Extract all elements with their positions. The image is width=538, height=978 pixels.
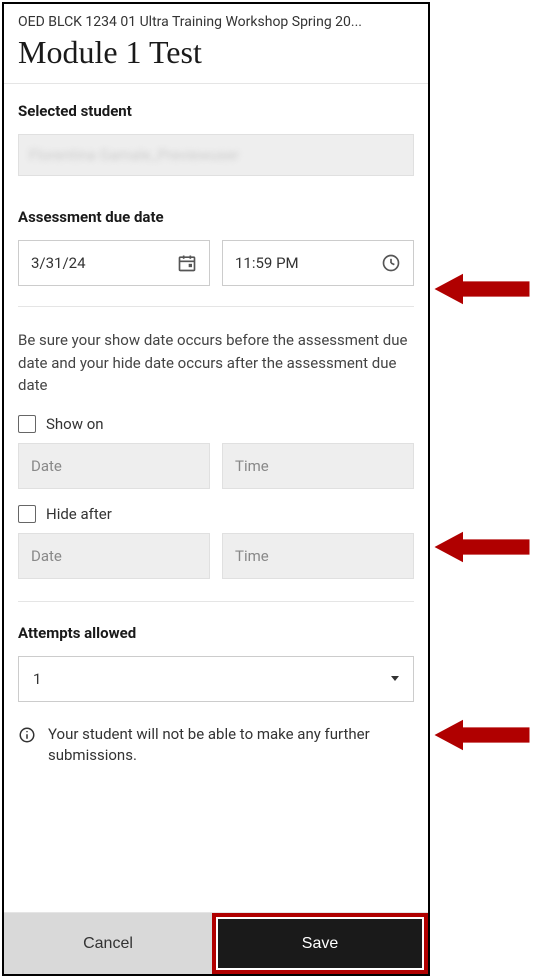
panel-body: Selected student Florentina Gamale_Previ… xyxy=(4,84,428,912)
due-time-input[interactable]: 11:59 PM xyxy=(222,240,414,286)
hide-after-inputs: Date Time xyxy=(18,533,414,579)
divider xyxy=(18,601,414,602)
due-date-label: Assessment due date xyxy=(18,208,414,226)
hide-after-label: Hide after xyxy=(46,505,112,523)
show-on-label: Show on xyxy=(46,415,104,433)
breadcrumb: OED BLCK 1234 01 Ultra Training Workshop… xyxy=(18,14,414,30)
show-on-row: Show on xyxy=(18,415,414,433)
show-on-checkbox[interactable] xyxy=(18,415,36,433)
attempts-select[interactable]: 1 xyxy=(18,656,414,702)
attempts-info-row: Your student will not be able to make an… xyxy=(18,724,414,768)
attempts-label: Attempts allowed xyxy=(18,624,414,642)
selected-student-label: Selected student xyxy=(18,102,414,120)
hide-after-row: Hide after xyxy=(18,505,414,523)
panel-header: OED BLCK 1234 01 Ultra Training Workshop… xyxy=(4,4,428,84)
hide-after-checkbox[interactable] xyxy=(18,505,36,523)
show-on-time-placeholder: Time xyxy=(235,457,269,475)
clock-icon xyxy=(381,253,401,273)
attempts-info-text: Your student will not be able to make an… xyxy=(48,724,414,768)
calendar-icon xyxy=(177,253,197,273)
save-button[interactable]: Save xyxy=(218,919,422,968)
hide-after-date-placeholder: Date xyxy=(31,547,62,565)
attempts-value: 1 xyxy=(33,670,41,688)
save-button-highlight: Save xyxy=(212,913,428,974)
hide-after-date-input[interactable]: Date xyxy=(18,533,210,579)
show-on-date-input[interactable]: Date xyxy=(18,443,210,489)
show-on-date-placeholder: Date xyxy=(31,457,62,475)
info-icon xyxy=(18,726,36,744)
visibility-hint: Be sure your show date occurs before the… xyxy=(18,329,414,397)
due-date-input[interactable]: 3/31/24 xyxy=(18,240,210,286)
page-title: Module 1 Test xyxy=(18,34,414,71)
callout-arrow-icon xyxy=(434,716,530,754)
exception-settings-panel: OED BLCK 1234 01 Ultra Training Workshop… xyxy=(2,2,430,976)
student-name: Florentina Gamale_Previewuser xyxy=(29,146,239,164)
panel-footer: Cancel Save xyxy=(4,912,428,974)
hide-after-time-placeholder: Time xyxy=(235,547,269,565)
due-date-value: 3/31/24 xyxy=(31,254,86,272)
divider xyxy=(18,306,414,307)
cancel-button[interactable]: Cancel xyxy=(4,913,212,974)
chevron-down-icon xyxy=(391,676,399,681)
callout-arrow-icon xyxy=(434,528,530,566)
callout-arrow-icon xyxy=(434,270,530,308)
due-time-value: 11:59 PM xyxy=(235,254,299,272)
due-date-row: 3/31/24 11:59 PM xyxy=(18,240,414,286)
selected-student-display: Florentina Gamale_Previewuser xyxy=(18,134,414,176)
show-on-time-input[interactable]: Time xyxy=(222,443,414,489)
hide-after-time-input[interactable]: Time xyxy=(222,533,414,579)
show-on-inputs: Date Time xyxy=(18,443,414,489)
